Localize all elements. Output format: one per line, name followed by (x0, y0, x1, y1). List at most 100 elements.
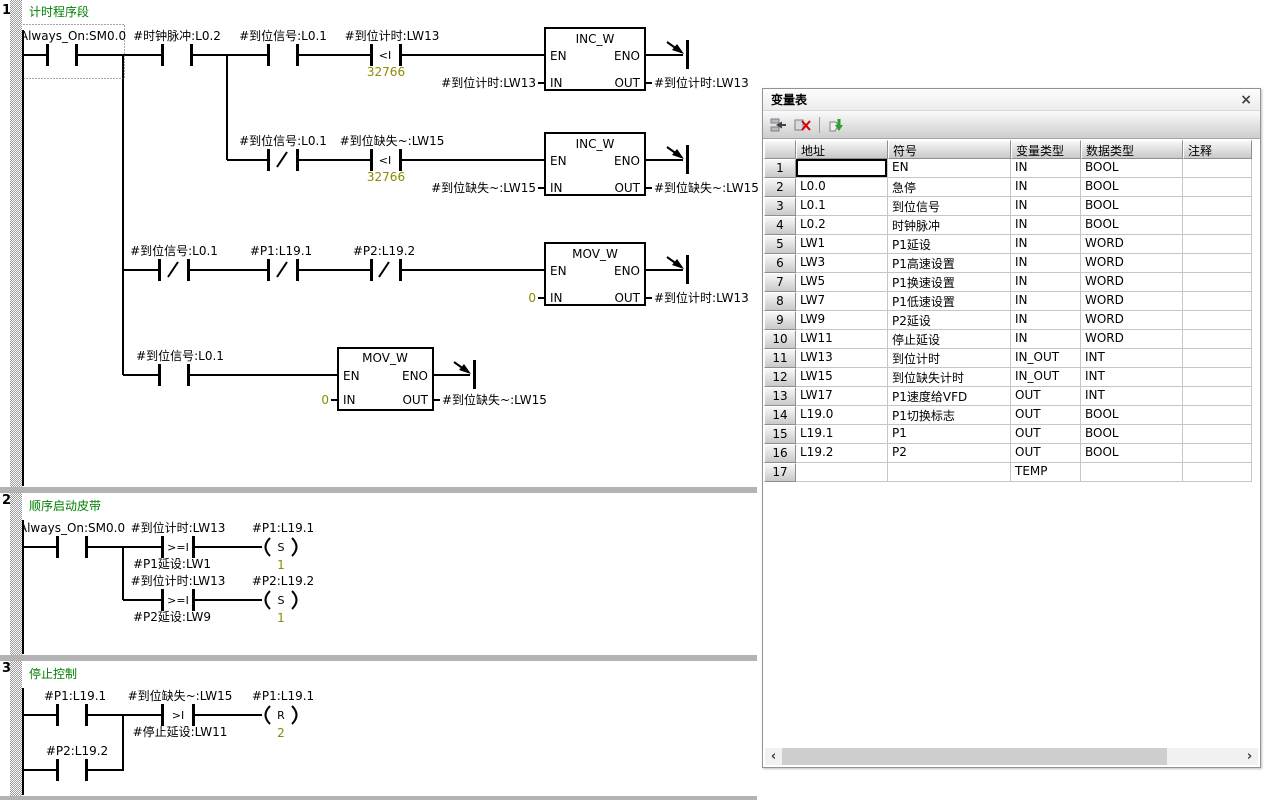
compare-contact-timer-ge-p1[interactable]: #到位计时:LW13 >=I #P1延设:LW1 (131, 520, 226, 571)
cell-comment[interactable] (1183, 159, 1252, 178)
close-icon[interactable]: × (1240, 93, 1252, 107)
cell-address[interactable]: L19.2 (796, 444, 888, 463)
cell-datatype[interactable]: BOOL (1081, 178, 1183, 197)
row-header[interactable]: 6 (764, 254, 796, 273)
row-header[interactable]: 15 (764, 425, 796, 444)
contact-arrive-signal[interactable]: #到位信号:L0.1 (136, 348, 224, 386)
column-header[interactable]: 变量类型 (1011, 140, 1081, 159)
cell-symbol[interactable]: P1低速设置 (888, 292, 1011, 311)
cell-address[interactable]: LW1 (796, 235, 888, 254)
movw-box-2[interactable]: MOV_W ENENO INOUT 0 #到位缺失~:LW15 (321, 348, 547, 410)
cell-datatype[interactable]: WORD (1081, 330, 1183, 349)
row-header[interactable]: 14 (764, 406, 796, 425)
cell-symbol[interactable]: P1换速设置 (888, 273, 1011, 292)
row-header[interactable]: 11 (764, 349, 796, 368)
cell-datatype[interactable]: WORD (1081, 292, 1183, 311)
contact-p1[interactable]: #P1:L19.1 (44, 689, 106, 726)
contact-p1-nc[interactable]: #P1:L19.1 (250, 244, 312, 281)
cell-datatype[interactable]: WORD (1081, 273, 1183, 292)
cell-comment[interactable] (1183, 311, 1252, 330)
cell-datatype[interactable]: BOOL (1081, 216, 1183, 235)
row-header[interactable]: 8 (764, 292, 796, 311)
cell-datatype[interactable]: BOOL (1081, 406, 1183, 425)
cell-comment[interactable] (1183, 273, 1252, 292)
cell-symbol[interactable]: P1高速设置 (888, 254, 1011, 273)
cell-vartype[interactable]: IN (1011, 235, 1081, 254)
cell-vartype[interactable]: IN (1011, 159, 1081, 178)
contact-always-on[interactable]: Always_On:SM0.0 (20, 29, 126, 66)
scroll-right-icon[interactable]: › (1241, 748, 1258, 765)
cell-vartype[interactable]: IN (1011, 330, 1081, 349)
row-header[interactable]: 7 (764, 273, 796, 292)
cell-comment[interactable] (1183, 425, 1252, 444)
insert-row-button[interactable] (769, 116, 789, 134)
cell-address[interactable]: LW13 (796, 349, 888, 368)
cell-comment[interactable] (1183, 406, 1252, 425)
incw-box-2[interactable]: INC_W ENENO INOUT #到位缺失~:LW15 #到位缺失~:LW1… (431, 133, 759, 195)
cell-vartype[interactable]: OUT (1011, 387, 1081, 406)
cell-comment[interactable] (1183, 216, 1252, 235)
compare-contact-miss-lt[interactable]: #到位缺失~:LW15 <I 32766 (340, 133, 445, 184)
row-header[interactable]: 2 (764, 178, 796, 197)
cell-address[interactable]: LW7 (796, 292, 888, 311)
movw-box-1[interactable]: MOV_W ENENO INOUT 0 #到位计时:LW13 (528, 243, 748, 305)
cell-comment[interactable] (1183, 330, 1252, 349)
cell-comment[interactable] (1183, 178, 1252, 197)
cell-address[interactable]: LW17 (796, 387, 888, 406)
cell-comment[interactable] (1183, 387, 1252, 406)
cell-symbol[interactable]: P1速度给VFD (888, 387, 1011, 406)
cell-address[interactable] (796, 463, 888, 482)
contact-arrive-signal[interactable]: #到位信号:L0.1 (239, 28, 327, 66)
sort-button[interactable] (826, 116, 846, 134)
cell-comment[interactable] (1183, 444, 1252, 463)
incw-box-1[interactable]: INC_W ENENO INOUT #到位计时:LW13 #到位计时:LW13 (441, 28, 749, 90)
cell-symbol[interactable]: P1 (888, 425, 1011, 444)
column-header[interactable]: 地址 (796, 140, 888, 159)
cell-symbol[interactable]: 停止延设 (888, 330, 1011, 349)
cell-symbol[interactable]: P2 (888, 444, 1011, 463)
cell-comment[interactable] (1183, 349, 1252, 368)
cell-datatype[interactable]: BOOL (1081, 159, 1183, 178)
cell-comment[interactable] (1183, 197, 1252, 216)
cell-datatype[interactable]: BOOL (1081, 197, 1183, 216)
cell-vartype[interactable]: OUT (1011, 406, 1081, 425)
cell-comment[interactable] (1183, 235, 1252, 254)
cell-vartype[interactable]: OUT (1011, 425, 1081, 444)
row-header[interactable]: 1 (764, 159, 796, 178)
cell-vartype[interactable]: TEMP (1011, 463, 1081, 482)
contact-arrive-signal-nc[interactable]: #到位信号:L0.1 (239, 133, 327, 171)
cell-datatype[interactable]: INT (1081, 368, 1183, 387)
cell-address[interactable]: LW9 (796, 311, 888, 330)
cell-vartype[interactable]: IN (1011, 311, 1081, 330)
horizontal-scrollbar[interactable]: ‹ › (765, 748, 1258, 765)
column-header[interactable]: 数据类型 (1081, 140, 1183, 159)
cell-datatype[interactable]: INT (1081, 387, 1183, 406)
cell-comment[interactable] (1183, 254, 1252, 273)
column-header[interactable]: 符号 (888, 140, 1011, 159)
row-header[interactable]: 17 (764, 463, 796, 482)
delete-row-button[interactable] (793, 116, 813, 134)
cell-comment[interactable] (1183, 292, 1252, 311)
cell-datatype[interactable]: BOOL (1081, 444, 1183, 463)
cell-address[interactable]: LW15 (796, 368, 888, 387)
compare-contact-timer-lt[interactable]: #到位计时:LW13 <I 32766 (345, 28, 440, 79)
cell-vartype[interactable]: IN (1011, 292, 1081, 311)
contact-arrive-signal-nc[interactable]: #到位信号:L0.1 (130, 243, 218, 281)
cell-address[interactable]: LW5 (796, 273, 888, 292)
scrollbar-thumb[interactable] (782, 748, 1167, 765)
cell-vartype[interactable]: IN (1011, 273, 1081, 292)
cell-symbol[interactable]: 到位计时 (888, 349, 1011, 368)
cell-vartype[interactable]: OUT (1011, 444, 1081, 463)
panel-titlebar[interactable]: 变量表 × (763, 89, 1260, 111)
compare-contact-miss-gt[interactable]: #到位缺失~:LW15 >I #停止延设:LW11 (128, 688, 233, 739)
column-header[interactable]: 注释 (1183, 140, 1252, 159)
scroll-left-icon[interactable]: ‹ (765, 748, 782, 765)
cell-datatype[interactable]: WORD (1081, 254, 1183, 273)
cell-address[interactable]: LW3 (796, 254, 888, 273)
cell-symbol[interactable]: 到位信号 (888, 197, 1011, 216)
cell-address[interactable]: L19.1 (796, 425, 888, 444)
cell-datatype[interactable]: BOOL (1081, 425, 1183, 444)
cell-vartype[interactable]: IN (1011, 178, 1081, 197)
cell-vartype[interactable]: IN_OUT (1011, 349, 1081, 368)
contact-p2[interactable]: #P2:L19.2 (46, 744, 108, 781)
